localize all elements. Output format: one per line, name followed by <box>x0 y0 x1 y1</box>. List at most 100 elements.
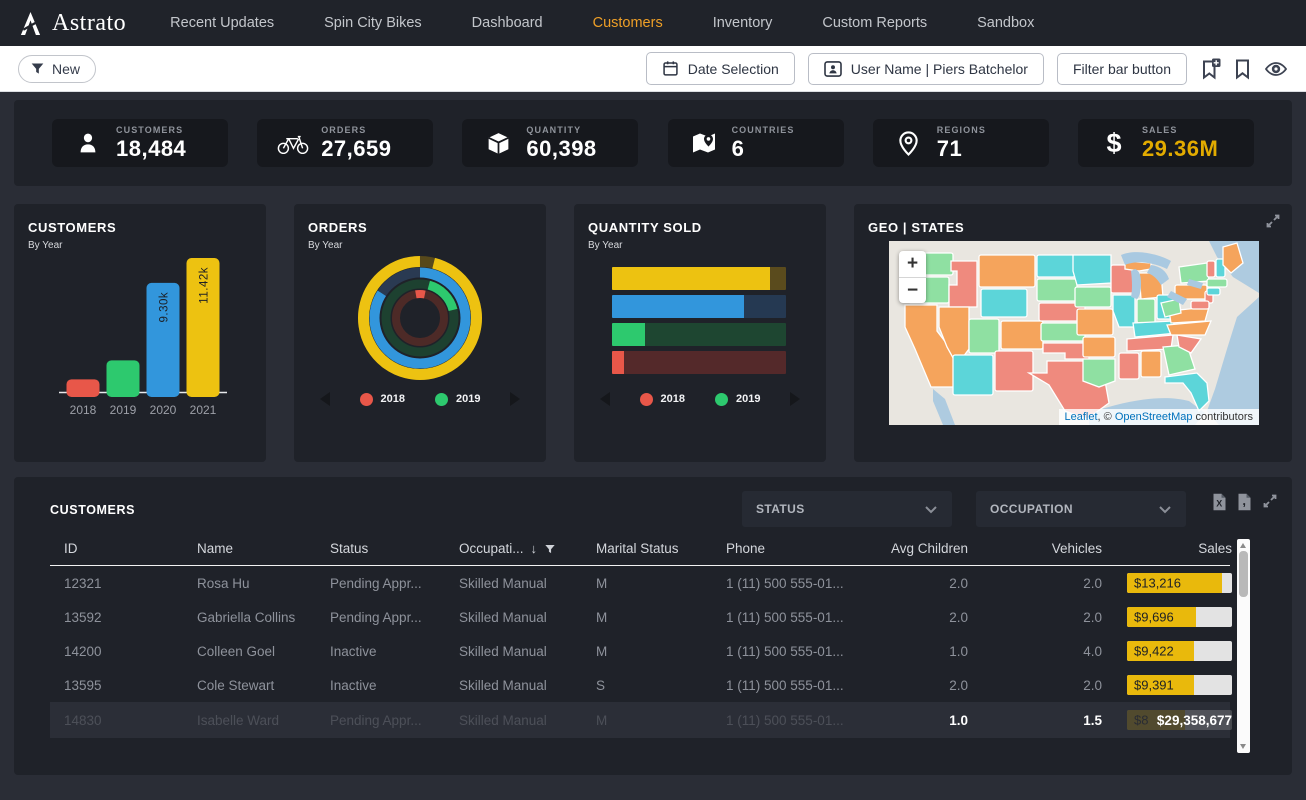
column-header-status[interactable]: Status <box>330 541 459 556</box>
map-state[interactable] <box>1075 287 1111 307</box>
map-state[interactable] <box>1141 351 1161 377</box>
column-label: ID <box>64 541 78 556</box>
table-scrollbar[interactable] <box>1237 539 1250 753</box>
nav-item-recent-updates[interactable]: Recent Updates <box>170 15 274 31</box>
scrollbar-thumb[interactable] <box>1239 551 1248 597</box>
kpi-label: COUNTRIES <box>732 125 795 135</box>
bookmark-icon[interactable] <box>1234 58 1251 80</box>
scroll-up-arrow[interactable] <box>1240 543 1246 548</box>
kpi-card-sales[interactable]: $SALES29.36M <box>1078 119 1254 167</box>
map-state[interactable] <box>1191 301 1209 309</box>
date-selection-button[interactable]: Date Selection <box>646 52 795 85</box>
expand-icon[interactable] <box>1265 213 1281 229</box>
occupation-dropdown-label: OCCUPATION <box>990 502 1073 516</box>
nav-item-customers[interactable]: Customers <box>593 15 663 31</box>
kpi-card-quantity[interactable]: QUANTITY60,398 <box>462 119 638 167</box>
map-state[interactable] <box>1137 299 1155 323</box>
scroll-down-arrow[interactable] <box>1240 744 1246 749</box>
column-header-phone[interactable]: Phone <box>726 541 891 556</box>
map-state[interactable] <box>981 289 1027 317</box>
customers-bar-chart[interactable]: 201820199.30k202011.42k2021 <box>28 251 252 423</box>
total-avg-children: 1.0 <box>891 713 968 728</box>
legend-item-2019[interactable]: 2019 <box>715 393 760 406</box>
map-state[interactable] <box>1073 255 1111 285</box>
map-attribution: Leaflet, © OpenStreetMap contributors <box>1059 409 1260 425</box>
column-header-name[interactable]: Name <box>197 541 330 556</box>
kpi-card-orders[interactable]: ORDERS27,659 <box>257 119 433 167</box>
legend-item-2019[interactable]: 2019 <box>435 393 480 406</box>
legend-prev-arrow[interactable] <box>600 392 610 406</box>
map-state[interactable] <box>969 319 999 353</box>
leaflet-map[interactable]: + − Leaflet, © OpenStreetMap contributor… <box>889 241 1259 425</box>
legend-next-arrow[interactable] <box>790 392 800 406</box>
map-state[interactable] <box>979 255 1035 287</box>
filter-bar-button[interactable]: Filter bar button <box>1057 53 1187 85</box>
status-dropdown[interactable]: STATUS <box>742 491 952 527</box>
bookmark-add-icon[interactable] <box>1200 58 1221 80</box>
map-state[interactable] <box>1037 255 1075 277</box>
legend-prev-arrow[interactable] <box>320 392 330 406</box>
cell-sales: $9,391 <box>1102 675 1232 695</box>
map-state[interactable] <box>1001 321 1043 349</box>
zoom-in-button[interactable]: + <box>899 251 926 277</box>
export-file-icon[interactable]: , <box>1237 493 1252 511</box>
legend-item-2018[interactable]: 2018 <box>360 393 405 406</box>
column-header-vehicles[interactable]: Vehicles <box>968 541 1102 556</box>
kpi-card-customers[interactable]: CUSTOMERS18,484 <box>52 119 228 167</box>
person-icon <box>60 130 116 156</box>
nav-item-dashboard[interactable]: Dashboard <box>472 15 543 31</box>
nav-item-spin-city-bikes[interactable]: Spin City Bikes <box>324 15 422 31</box>
table-row[interactable]: 12321Rosa HuPending Appr...Skilled Manua… <box>50 566 1230 600</box>
map-state[interactable] <box>995 351 1033 391</box>
quantity-hbar-chart[interactable] <box>612 267 786 374</box>
map-state[interactable] <box>1119 353 1139 379</box>
nav-item-inventory[interactable]: Inventory <box>713 15 773 31</box>
eye-icon[interactable] <box>1264 60 1288 78</box>
map-state[interactable] <box>1179 263 1209 283</box>
map-state[interactable] <box>953 355 993 395</box>
column-header-marital-status[interactable]: Marital Status <box>596 541 726 556</box>
orders-donut-chart[interactable] <box>308 251 532 389</box>
cell-vehicles: 4.0 <box>968 644 1102 659</box>
cell-avg-children: 2.0 <box>891 576 968 591</box>
filter-funnel-icon[interactable] <box>544 543 556 555</box>
brand[interactable]: Astrato <box>18 10 126 37</box>
map-state[interactable] <box>1207 261 1215 277</box>
map-state[interactable] <box>1083 337 1115 357</box>
column-header-avg-children[interactable]: Avg Children <box>891 541 968 556</box>
legend-item-2018[interactable]: 2018 <box>640 393 685 406</box>
column-header-sales[interactable]: Sales <box>1102 541 1232 556</box>
map-state[interactable] <box>1207 279 1227 287</box>
user-button[interactable]: User Name | Piers Batchelor <box>808 53 1044 85</box>
map-state[interactable] <box>1077 309 1113 335</box>
nav-item-custom-reports[interactable]: Custom Reports <box>822 15 927 31</box>
table-row[interactable]: 14200Colleen GoelInactiveSkilled ManualM… <box>50 634 1230 668</box>
map-icon <box>676 130 732 156</box>
quantity-bar-2021 <box>612 267 786 290</box>
nav-item-sandbox[interactable]: Sandbox <box>977 15 1034 31</box>
leaflet-link[interactable]: Leaflet <box>1065 411 1098 423</box>
column-header-occupati[interactable]: Occupati...↓ <box>459 541 596 556</box>
table-row[interactable]: 13595Cole StewartInactiveSkilled ManualS… <box>50 668 1230 702</box>
occupation-dropdown[interactable]: OCCUPATION <box>976 491 1186 527</box>
map-state[interactable] <box>1037 279 1077 301</box>
map-state[interactable] <box>1083 359 1115 387</box>
attribution-text: contributors <box>1192 411 1253 423</box>
column-header-id[interactable]: ID <box>64 541 197 556</box>
new-filter-button[interactable]: New <box>18 55 96 83</box>
kpi-card-countries[interactable]: COUNTRIES6 <box>668 119 844 167</box>
expand-icon[interactable] <box>1262 493 1278 509</box>
map-state[interactable] <box>1207 288 1220 295</box>
column-label: Sales <box>1198 541 1232 556</box>
customers-table-panel: CUSTOMERS STATUS OCCUPATION <box>14 477 1292 775</box>
totals-row: 1.01.5$29,358,677 <box>50 702 1230 738</box>
table-row[interactable]: 13592Gabriella CollinsPending Appr...Ski… <box>50 600 1230 634</box>
export-excel-icon[interactable]: X <box>1212 493 1227 511</box>
kpi-card-regions[interactable]: REGIONS71 <box>873 119 1049 167</box>
sort-desc-icon[interactable]: ↓ <box>531 541 538 556</box>
us-states-map[interactable] <box>889 241 1259 425</box>
user-label: User Name | Piers Batchelor <box>851 61 1028 77</box>
zoom-out-button[interactable]: − <box>899 277 926 303</box>
legend-next-arrow[interactable] <box>510 392 520 406</box>
osm-link[interactable]: OpenStreetMap <box>1115 411 1193 423</box>
